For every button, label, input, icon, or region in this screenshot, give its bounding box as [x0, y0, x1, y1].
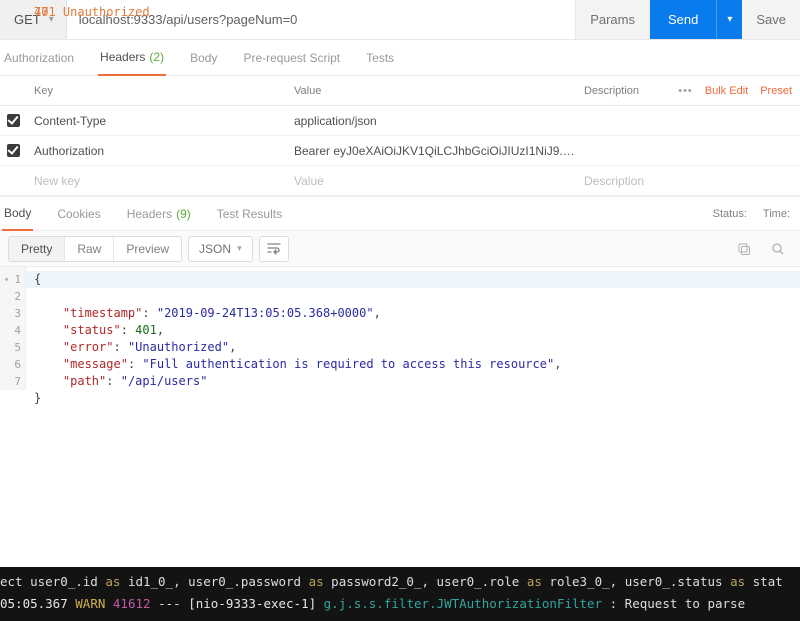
- format-select[interactable]: JSON ▾: [188, 236, 253, 262]
- response-body[interactable]: 1 2 3 4 5 6 7 { "timestamp": "2019-09-24…: [0, 267, 800, 567]
- header-key[interactable]: Content-Type: [26, 114, 286, 128]
- response-status: Status: 401 Unauthorized Time: 77: [713, 208, 790, 220]
- console-line: 05:05.367 WARN 41612 --- [nio-9333-exec-…: [0, 593, 800, 615]
- headers-table: Key Value Description ••• Bulk Edit Pres…: [0, 76, 800, 197]
- tab-response-tests[interactable]: Test Results: [215, 197, 284, 230]
- tab-response-cookies[interactable]: Cookies: [55, 197, 102, 230]
- format-label: JSON: [199, 242, 231, 256]
- response-bar: Body Cookies Headers (9) Test Results St…: [0, 197, 800, 231]
- row-checkbox[interactable]: [0, 114, 26, 127]
- view-preview-button[interactable]: Preview: [114, 237, 181, 261]
- view-mode-segment: Pretty Raw Preview: [8, 236, 182, 262]
- headers-row-new[interactable]: New key Value Description: [0, 166, 800, 196]
- request-tabs: Authorization Headers (2) Body Pre-reque…: [0, 40, 800, 76]
- console-panel: ect user0_.id as id1_0_, user0_.password…: [0, 567, 800, 621]
- row-checkbox[interactable]: [0, 144, 26, 157]
- headers-row[interactable]: Content-Type application/json: [0, 106, 800, 136]
- headers-table-head: Key Value Description ••• Bulk Edit Pres…: [0, 76, 800, 106]
- body-toolbar: Pretty Raw Preview JSON ▾: [0, 231, 800, 267]
- new-description-input[interactable]: Description: [576, 174, 800, 188]
- copy-icon: [737, 242, 751, 256]
- view-raw-button[interactable]: Raw: [65, 237, 114, 261]
- response-headers-count: (9): [176, 207, 191, 221]
- headers-row[interactable]: Authorization Bearer eyJ0eXAiOiJKV1QiLCJ…: [0, 136, 800, 166]
- tab-response-body[interactable]: Body: [2, 198, 33, 231]
- response-code: { "timestamp": "2019-09-24T13:05:05.368+…: [26, 267, 800, 411]
- bulk-edit-link[interactable]: Bulk Edit: [705, 85, 748, 97]
- header-value[interactable]: Bearer eyJ0eXAiOiJKV1QiLCJhbGciOiJIUzI1N…: [286, 144, 576, 158]
- col-key: Key: [26, 85, 286, 97]
- tab-pre-request[interactable]: Pre-request Script: [241, 40, 342, 75]
- new-value-input[interactable]: Value: [286, 174, 576, 188]
- tab-body[interactable]: Body: [188, 40, 219, 75]
- tab-headers[interactable]: Headers (2): [98, 41, 166, 76]
- search-icon: [771, 242, 785, 256]
- checkmark-icon: [7, 144, 20, 157]
- time-value: 77: [26, 0, 800, 25]
- col-value: Value: [286, 85, 576, 97]
- time-label: Time:: [763, 208, 790, 220]
- chevron-down-icon: ▾: [237, 243, 242, 254]
- response-tabs: Body Cookies Headers (9) Test Results: [0, 197, 284, 230]
- tab-authorization[interactable]: Authorization: [2, 40, 76, 75]
- search-button[interactable]: [764, 236, 792, 262]
- wrap-icon: [267, 243, 281, 255]
- checkmark-icon: [7, 114, 20, 127]
- tab-response-headers[interactable]: Headers (9): [125, 197, 193, 230]
- presets-link[interactable]: Preset: [760, 85, 792, 97]
- line-gutter: 1 2 3 4 5 6 7: [0, 267, 26, 390]
- new-key-input[interactable]: New key: [26, 174, 286, 188]
- more-icon[interactable]: •••: [678, 85, 693, 97]
- console-line: ect user0_.id as id1_0_, user0_.password…: [0, 571, 800, 593]
- headers-count: (2): [149, 50, 164, 64]
- header-key[interactable]: Authorization: [26, 144, 286, 158]
- tab-tests[interactable]: Tests: [364, 40, 396, 75]
- header-value[interactable]: application/json: [286, 114, 576, 128]
- wrap-lines-button[interactable]: [259, 236, 289, 262]
- copy-button[interactable]: [730, 236, 758, 262]
- col-description: Description: [584, 85, 639, 97]
- status-label: Status:: [713, 208, 747, 220]
- view-pretty-button[interactable]: Pretty: [9, 237, 65, 261]
